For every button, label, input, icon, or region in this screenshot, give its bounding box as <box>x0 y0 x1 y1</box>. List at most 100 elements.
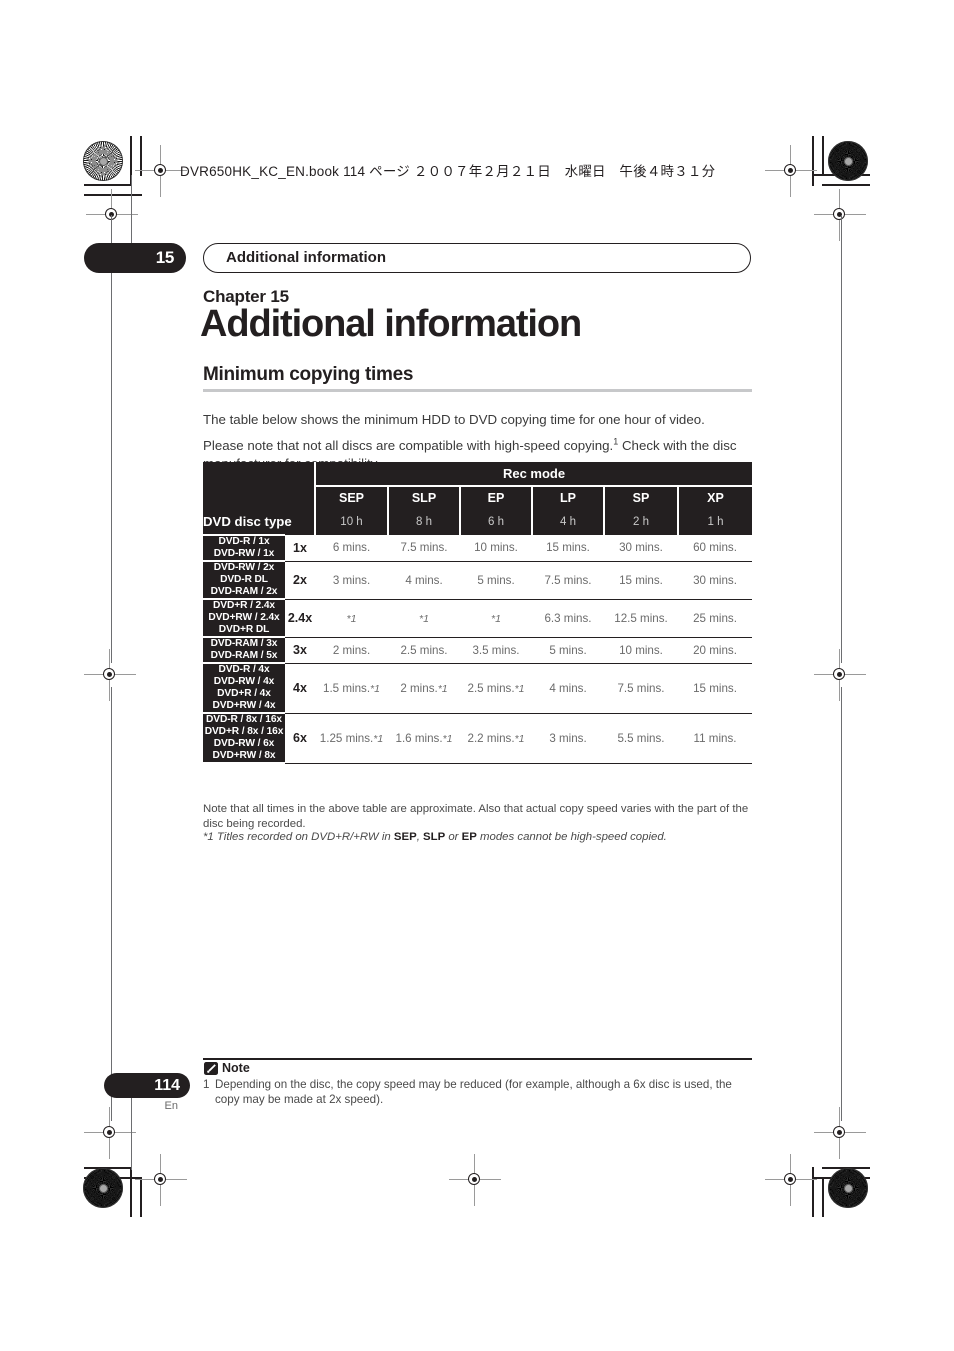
copy-time-cell: *1 <box>315 599 388 638</box>
disc-type-line: DVD+R / 2.4x <box>213 600 275 611</box>
copy-time-cell: 6.3 mins. <box>532 599 604 638</box>
table-header-row-modes: SEP SLP EP LP SP XP <box>203 485 753 508</box>
disc-type-line: DVD-R / 4x <box>218 664 270 675</box>
header-hours-sep: 10 h <box>314 508 388 535</box>
disc-speed-cell: 4x <box>285 663 315 714</box>
registration-crosshair-upper-left-margin <box>86 189 138 241</box>
disc-type-line: DVD+RW / 8x <box>212 750 276 761</box>
copy-time-cell: 2.5 mins.*1 <box>460 663 532 714</box>
header-mode-ep: EP <box>459 485 532 508</box>
disc-type-cell: DVD+R / 2.4x DVD+RW / 2.4x DVD+R DL <box>203 598 285 638</box>
registration-starburst-bottom-left <box>83 1168 123 1208</box>
minimum-copying-times-table: Rec mode SEP SLP EP LP SP XP DVD disc ty… <box>203 462 753 764</box>
copy-time-cell: 3 mins. <box>315 561 388 600</box>
page-language-code: En <box>164 1100 178 1112</box>
disc-type-cell: DVD-RAM / 3x DVD-RAM / 5x <box>203 636 285 664</box>
disc-speed-cell: 6x <box>285 713 315 764</box>
copy-time-cell: 3.5 mins. <box>460 637 532 664</box>
copy-time-cell: 12.5 mins. <box>604 599 678 638</box>
table-note-post: modes cannot be high-speed copied. <box>476 831 667 844</box>
copy-time-cell: 1.6 mins.*1 <box>388 713 460 764</box>
copy-time-cell: 30 mins. <box>604 535 678 562</box>
disc-type-line: DVD-R DL <box>220 574 268 585</box>
header-hours-lp: 4 h <box>531 508 604 535</box>
copy-time-cell: 20 mins. <box>678 637 753 664</box>
copy-time-cell: 5 mins. <box>532 637 604 664</box>
copy-time-cell: 5 mins. <box>460 561 532 600</box>
registration-crosshair-top-right <box>765 145 817 197</box>
header-hours-sp: 2 h <box>603 508 678 535</box>
disc-type-line: DVD-RW / 4x <box>213 676 275 687</box>
disc-type-line: DVD+R / 4x <box>217 688 271 699</box>
guide-line-right-vertical-lower <box>840 687 842 1121</box>
disc-type-line: DVD-RW / 1x <box>213 548 275 559</box>
disc-type-cell: DVD-R / 4x DVD-RW / 4x DVD+R / 4x DVD+RW / … <box>203 662 285 714</box>
copy-time-cell: 25 mins. <box>678 599 753 638</box>
table-row: DVD-R / 4x DVD-RW / 4x DVD+R / 4x DVD+RW / … <box>203 662 753 714</box>
copy-time-cell: 15 mins. <box>604 561 678 600</box>
intro-paragraph-1: The table below shows the minimum HDD to… <box>203 412 705 428</box>
copy-time-cell: 30 mins. <box>678 561 753 600</box>
section-heading: Minimum copying times <box>203 364 414 385</box>
registration-starburst-top-left <box>83 141 123 181</box>
header-hours-slp: 8 h <box>387 508 460 535</box>
table-header-row-hours: DVD disc type 10 h 8 h 6 h 4 h 2 h 1 h <box>203 508 753 535</box>
section-divider <box>203 389 752 392</box>
footnote-marker: *1 <box>442 732 453 745</box>
footnote-marker: *1 <box>437 682 448 695</box>
footnote-marker: *1 <box>514 682 525 695</box>
header-dvd-disc-type: DVD disc type <box>203 508 315 535</box>
table-note-pre: *1 Titles recorded on DVD+R/+RW in <box>203 831 394 844</box>
header-rec-mode: Rec mode <box>313 462 753 486</box>
copy-time-cell: 10 mins. <box>460 535 532 562</box>
disc-type-line: DVD-R / 8x / 16x <box>206 714 282 725</box>
disc-type-line: DVD-RW / 6x <box>213 738 275 749</box>
copy-time-cell: 2 mins.*1 <box>388 663 460 714</box>
note-pencil-icon <box>204 1062 218 1075</box>
copy-time-cell: 5.5 mins. <box>604 713 678 764</box>
disc-type-line: DVD+RW / 2.4x <box>208 612 280 623</box>
copy-time-cell: 7.5 mins. <box>532 561 604 600</box>
table-row: DVD+R / 2.4x DVD+RW / 2.4x DVD+R DL 2.4x *1 *… <box>203 598 753 638</box>
disc-type-line: DVD-RW / 2x <box>213 562 275 573</box>
registration-crosshair-mid-right-margin <box>814 649 866 701</box>
running-head: DVR650HK_KC_EN.book 114 ページ ２００７年２月２１日 水… <box>180 164 716 179</box>
guide-line-left-vertical <box>110 215 112 663</box>
copy-time-cell: 3 mins. <box>532 713 604 764</box>
table-row: DVD-RAM / 3x DVD-RAM / 5x 3x 2 mins. 2.5 min… <box>203 636 753 664</box>
intro-paragraph-2-text: Please note that not all discs are compa… <box>203 438 614 454</box>
copy-time-cell: 15 mins. <box>678 663 753 714</box>
copying-times-grid: Rec mode SEP SLP EP LP SP XP DVD disc ty… <box>203 462 753 764</box>
registration-starburst-bottom-right <box>828 1168 868 1208</box>
disc-type-cell: DVD-R / 8x / 16x DVD+R / 8x / 16x DVD-RW /… <box>203 712 285 764</box>
disc-speed-cell: 2.4x <box>285 599 315 638</box>
copy-time-cell: 60 mins. <box>678 535 753 562</box>
table-note-mode-ep: EP <box>461 831 477 844</box>
table-header-row-group: Rec mode <box>203 462 753 486</box>
registration-starburst-top-right <box>828 141 868 181</box>
disc-speed-cell: 1x <box>285 535 315 562</box>
copy-time-cell: 1.5 mins.*1 <box>315 663 388 714</box>
footnote-marker: *1 <box>346 612 357 625</box>
footnote-marker: *1 <box>419 612 429 625</box>
disc-type-line: DVD+R / 8x / 16x <box>204 726 284 737</box>
header-hours-xp: 1 h <box>676 508 753 535</box>
header-mode-xp: XP <box>676 485 753 508</box>
footnote-marker: *1 <box>370 682 380 695</box>
disc-speed-cell: 3x <box>285 637 315 664</box>
footnote-marker: *1 <box>514 732 525 745</box>
note-label: Note <box>222 1061 250 1075</box>
copy-time-cell: 7.5 mins. <box>388 535 460 562</box>
registration-crosshair-bottom-right <box>765 1154 817 1206</box>
copy-time-cell: 15 mins. <box>532 535 604 562</box>
chapter-title-pill: Additional information <box>203 243 751 273</box>
disc-type-line: DVD-R / 1x <box>218 536 270 547</box>
disc-type-line: DVD-RAM / 5x <box>210 650 278 661</box>
copy-time-cell: 7.5 mins. <box>604 663 678 714</box>
copy-time-cell: 6 mins. <box>315 535 388 562</box>
page-title: Additional information <box>200 303 582 345</box>
note-item-text: Depending on the disc, the copy speed ma… <box>215 1078 732 1106</box>
registration-crosshair-top-left <box>135 145 187 197</box>
table-note-footnote-1: *1 Titles recorded on DVD+R/+RW in SEP, … <box>203 830 755 845</box>
disc-type-line: DVD+R DL <box>218 624 270 635</box>
